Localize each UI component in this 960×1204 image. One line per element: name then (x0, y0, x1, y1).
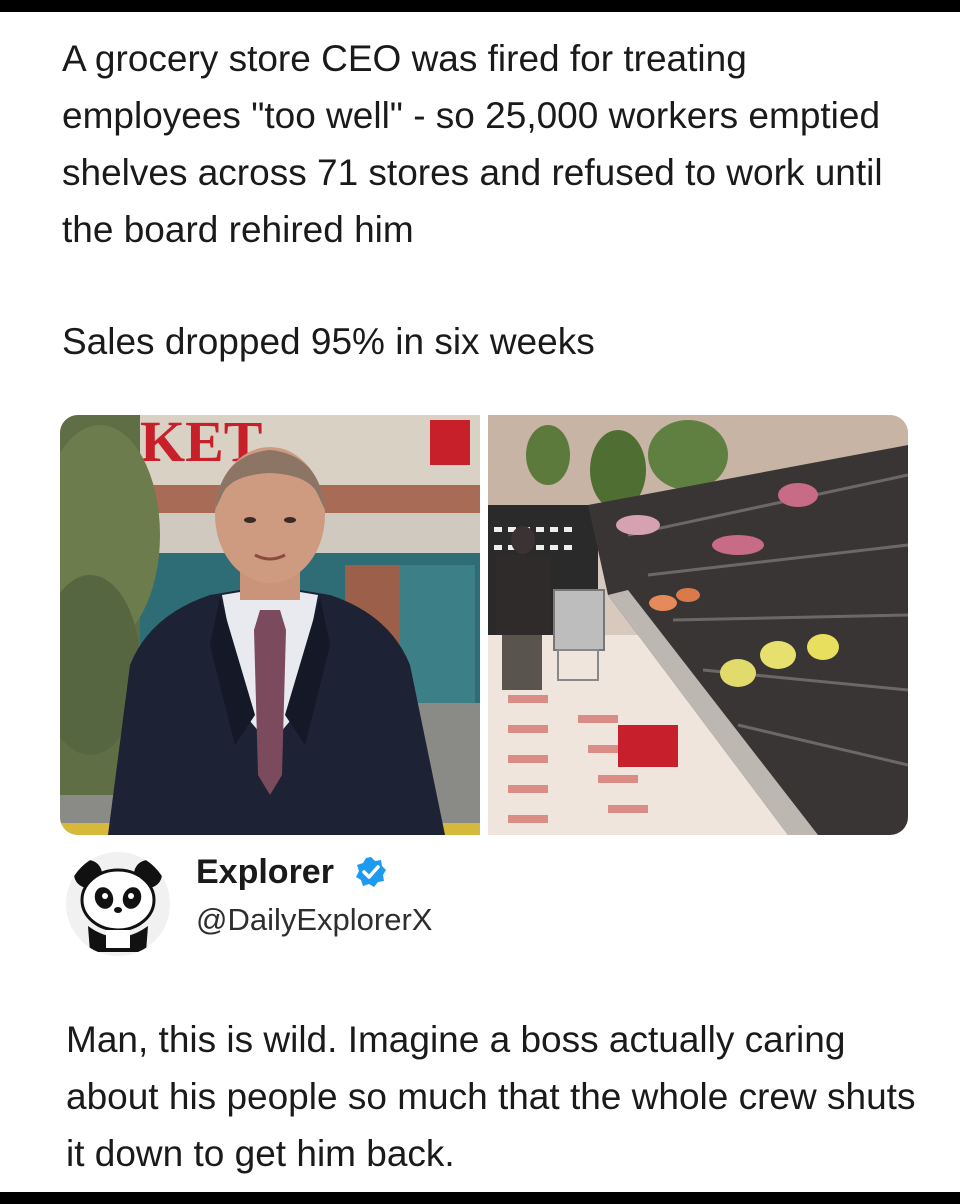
bottom-border (0, 1192, 960, 1204)
author-name[interactable]: Explorer (196, 848, 334, 896)
empty-shelves-image (488, 415, 908, 835)
verified-badge-icon (356, 857, 386, 887)
author-handle[interactable]: @DailyExplorerX (196, 898, 432, 942)
post-subline: Sales dropped 95% in six weeks (62, 321, 595, 362)
ceo-photo[interactable]: KET (60, 415, 480, 835)
panda-icon (66, 852, 170, 956)
empty-shelves-photo[interactable] (488, 415, 908, 835)
media-grid[interactable]: KET (60, 415, 908, 835)
reply-text: Man, this is wild. Imagine a boss actual… (66, 1019, 916, 1174)
panda-avatar[interactable] (66, 852, 170, 956)
top-border (0, 0, 960, 12)
ceo-photo-image: KET (60, 415, 480, 835)
post-headline: A grocery store CEO was fired for treati… (62, 38, 883, 250)
